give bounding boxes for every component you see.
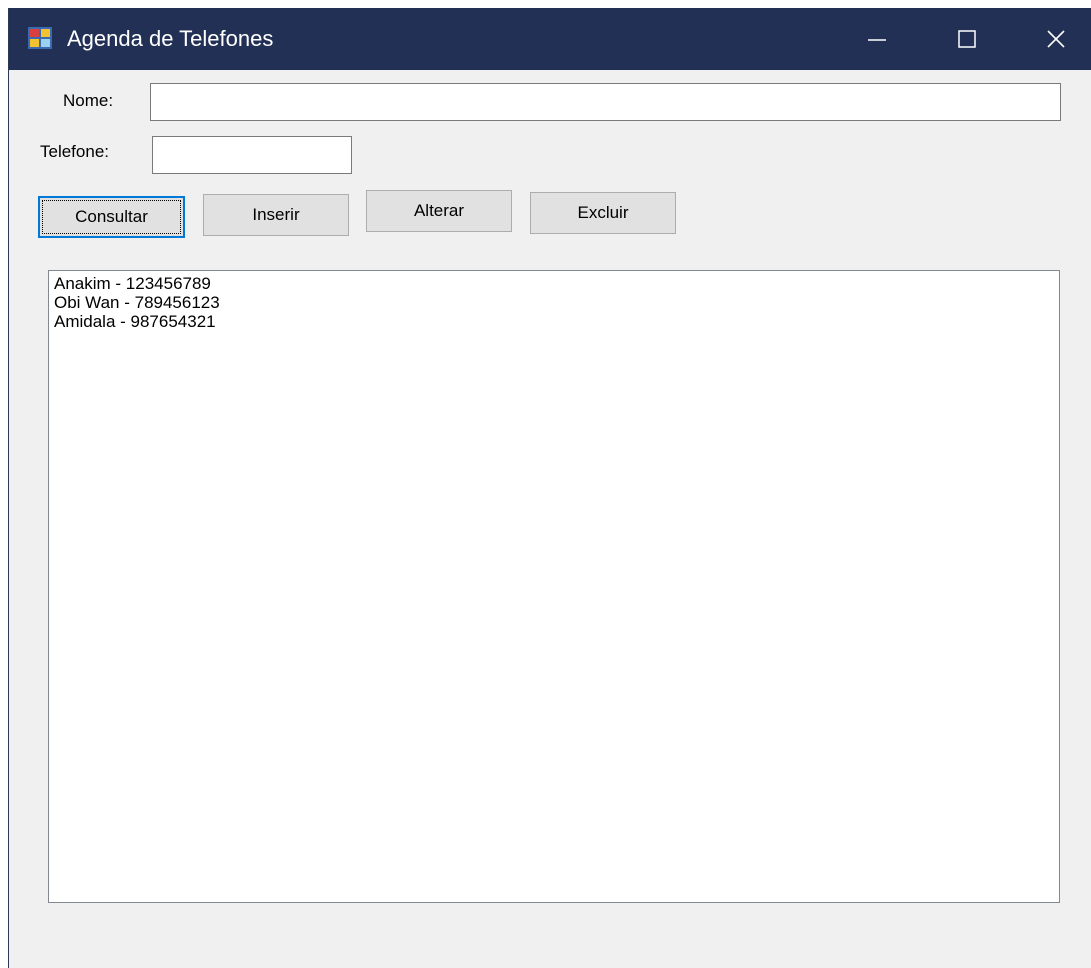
list-item[interactable]: Obi Wan - 789456123	[54, 293, 1054, 312]
close-button[interactable]	[1026, 8, 1086, 70]
title-bar[interactable]: Agenda de Telefones	[9, 8, 1091, 70]
inserir-button[interactable]: Inserir	[203, 194, 349, 236]
consultar-button[interactable]: Consultar	[38, 196, 185, 238]
telefone-input[interactable]	[152, 136, 352, 174]
minimize-button[interactable]	[847, 8, 907, 70]
main-window: Agenda de Telefones Nome: Telefone: Cons…	[8, 8, 1091, 968]
close-icon	[1047, 30, 1065, 48]
list-item[interactable]: Amidala - 987654321	[54, 312, 1054, 331]
alterar-button[interactable]: Alterar	[366, 190, 512, 232]
window-title: Agenda de Telefones	[67, 26, 274, 51]
app-form-icon	[28, 27, 52, 49]
minimize-icon	[868, 39, 886, 41]
maximize-button[interactable]	[937, 8, 997, 70]
nome-input[interactable]	[150, 83, 1061, 121]
telefone-label: Telefone:	[40, 142, 109, 161]
inserir-button-label: Inserir	[252, 205, 300, 224]
excluir-button[interactable]: Excluir	[530, 192, 676, 234]
list-item[interactable]: Anakim - 123456789	[54, 274, 1054, 293]
contacts-listbox[interactable]: Anakim - 123456789 Obi Wan - 789456123 A…	[48, 270, 1060, 903]
maximize-icon	[958, 30, 976, 48]
focus-rectangle	[42, 200, 181, 234]
nome-label: Nome:	[63, 91, 114, 110]
alterar-button-label: Alterar	[413, 201, 465, 220]
excluir-button-label: Excluir	[577, 203, 629, 222]
